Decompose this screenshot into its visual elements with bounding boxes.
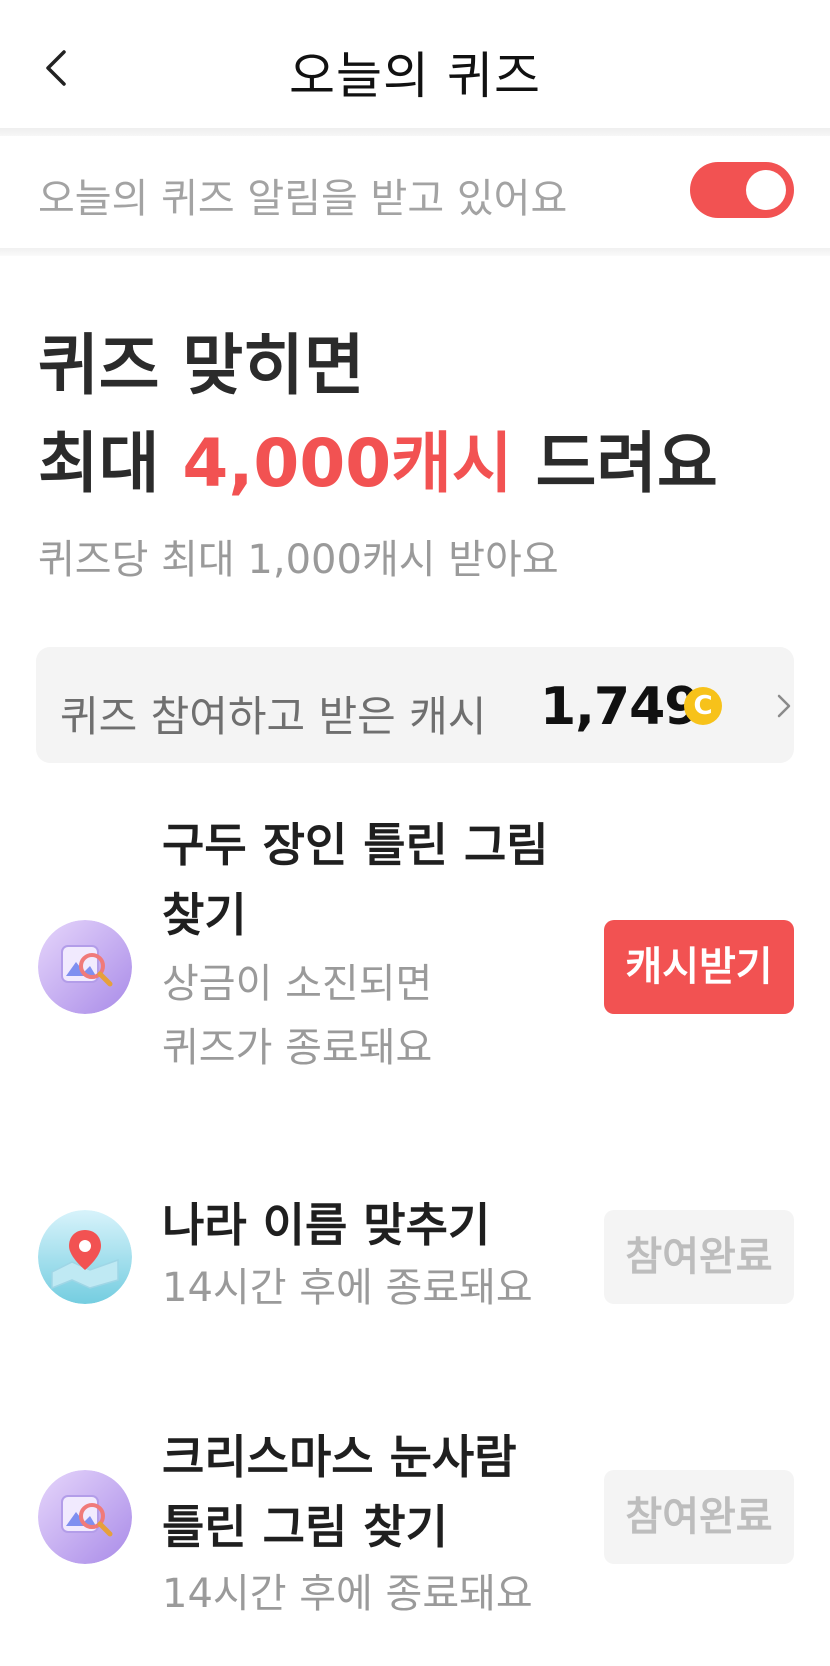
header-divider	[0, 128, 830, 136]
quiz-item: 크리스마스 눈사람 틀린 그림 찾기 14시간 후에 종료돼요 참여완료	[0, 1422, 830, 1642]
magnifier-picture-icon	[38, 1470, 132, 1564]
page-title: 오늘의 퀴즈	[289, 47, 541, 105]
quiz-title-line-2: 틀린 그림 찾기	[162, 1500, 448, 1554]
quiz-title-line-2: 찾기	[162, 888, 247, 942]
hero-line-1: 퀴즈 맞히면	[38, 327, 365, 404]
toggle-knob	[746, 170, 786, 210]
earned-cash-label: 퀴즈 참여하고 받은 캐시	[60, 692, 487, 741]
chevron-right-icon	[777, 694, 791, 718]
quiz-item: 나라 이름 맞추기 14시간 후에 종료돼요 참여완료	[0, 1192, 830, 1332]
quiz-status: 14시간 후에 종료돼요	[162, 1571, 533, 1617]
magnifier-picture-icon	[38, 920, 132, 1014]
hero-prefix: 최대	[38, 425, 183, 502]
get-cash-button[interactable]: 캐시받기	[604, 920, 794, 1014]
quiz-title: 크리스마스 눈사람	[162, 1430, 517, 1484]
hero-max-cash: 4,000캐시	[182, 425, 513, 502]
hero-subtitle: 퀴즈당 최대 1,000캐시 받아요	[38, 537, 559, 583]
quiz-title: 구두 장인 틀린 그림	[162, 818, 549, 872]
quiz-item: 구두 장인 틀린 그림 찾기 상금이 소진되면 퀴즈가 종료돼요 캐시받기	[0, 810, 830, 1100]
participated-button[interactable]: 참여완료	[604, 1470, 794, 1564]
earned-cash-value: 1,749	[540, 677, 700, 737]
quiz-status: 상금이 소진되면	[162, 961, 433, 1007]
coin-icon: C	[684, 687, 722, 725]
section-divider	[0, 248, 830, 256]
participated-button[interactable]: 참여완료	[604, 1210, 794, 1304]
quiz-status: 14시간 후에 종료돼요	[162, 1265, 533, 1311]
app-header: 오늘의 퀴즈	[0, 0, 830, 130]
quiz-title: 나라 이름 맞추기	[162, 1198, 491, 1252]
notification-toggle[interactable]	[690, 162, 794, 218]
hero-suffix: 드려요	[512, 425, 718, 502]
quiz-status-line-2: 퀴즈가 종료돼요	[162, 1025, 433, 1071]
notification-bar: 오늘의 퀴즈 알림을 받고 있어요	[0, 136, 830, 248]
earned-cash-summary[interactable]: 퀴즈 참여하고 받은 캐시 1,749 C	[36, 647, 794, 763]
hero-line-2: 최대 4,000캐시 드려요	[38, 410, 718, 506]
map-pin-icon	[38, 1210, 132, 1304]
notification-label: 오늘의 퀴즈 알림을 받고 있어요	[38, 176, 568, 222]
